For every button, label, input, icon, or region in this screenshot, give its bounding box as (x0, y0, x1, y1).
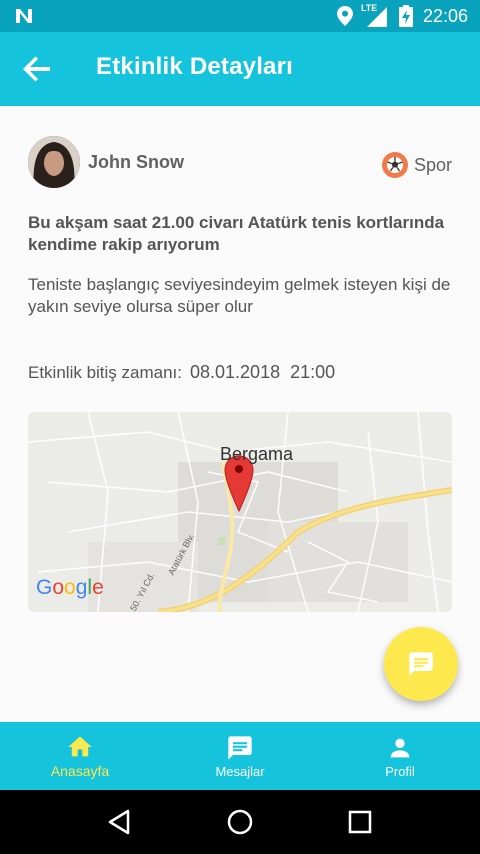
event-headline: Bu akşam saat 21.00 civarı Atatürk tenis… (28, 213, 445, 254)
nav-item-messages[interactable]: Mesajlar (160, 722, 320, 790)
event-end-time: Etkinlik bitiş zamanı: 08.01.2018 21:00 (28, 362, 335, 383)
message-icon (228, 735, 252, 760)
notification-n-icon (16, 9, 32, 23)
google-logo: Google (36, 576, 104, 599)
clock: 22:06 (422, 5, 468, 26)
battery-charging-icon (398, 5, 413, 27)
nav-item-profile[interactable]: Profil (320, 722, 480, 790)
home-icon (68, 736, 92, 757)
network-type-label: LTE (360, 3, 378, 13)
location-icon (336, 6, 353, 26)
back-triangle-icon[interactable] (106, 808, 134, 836)
avatar[interactable] (28, 136, 80, 188)
nav-label-home: Anasayfa (50, 763, 110, 779)
recents-square-icon[interactable] (346, 808, 374, 836)
event-description: Teniste başlangıç seviyesindeyim gelmek … (28, 275, 451, 316)
home-circle-icon[interactable] (226, 808, 254, 836)
system-navigation-bar (0, 790, 480, 854)
chat-icon (409, 652, 433, 676)
message-fab-button[interactable] (384, 627, 458, 701)
person-icon (390, 738, 410, 757)
user-name[interactable]: John Snow (88, 152, 184, 173)
category-label: Spor (413, 154, 452, 175)
end-time-label: Etkinlik bitiş zamanı: (28, 363, 182, 382)
status-bar: LTE 22:06 (0, 0, 480, 32)
signal-icon: LTE (360, 3, 389, 27)
nav-item-home[interactable]: Anasayfa (0, 722, 160, 790)
soccer-ball-icon (381, 152, 408, 178)
bottom-navigation: Anasayfa Mesajlar Profil (0, 722, 480, 790)
category-badge: Spor (381, 152, 452, 178)
app-bar: Etkinlik Detayları (0, 32, 480, 106)
back-arrow-icon[interactable] (22, 56, 52, 82)
map-city-label: Bergama (220, 444, 294, 464)
nav-label-messages: Mesajlar (215, 763, 265, 779)
location-map[interactable]: Bergama Atatürk Blv. 50. Yıl Cd. Google (28, 412, 452, 612)
page-title: Etkinlik Detayları (96, 53, 294, 80)
nav-label-profile: Profil (385, 763, 415, 779)
end-time-value: 08.01.2018 21:00 (190, 362, 336, 382)
